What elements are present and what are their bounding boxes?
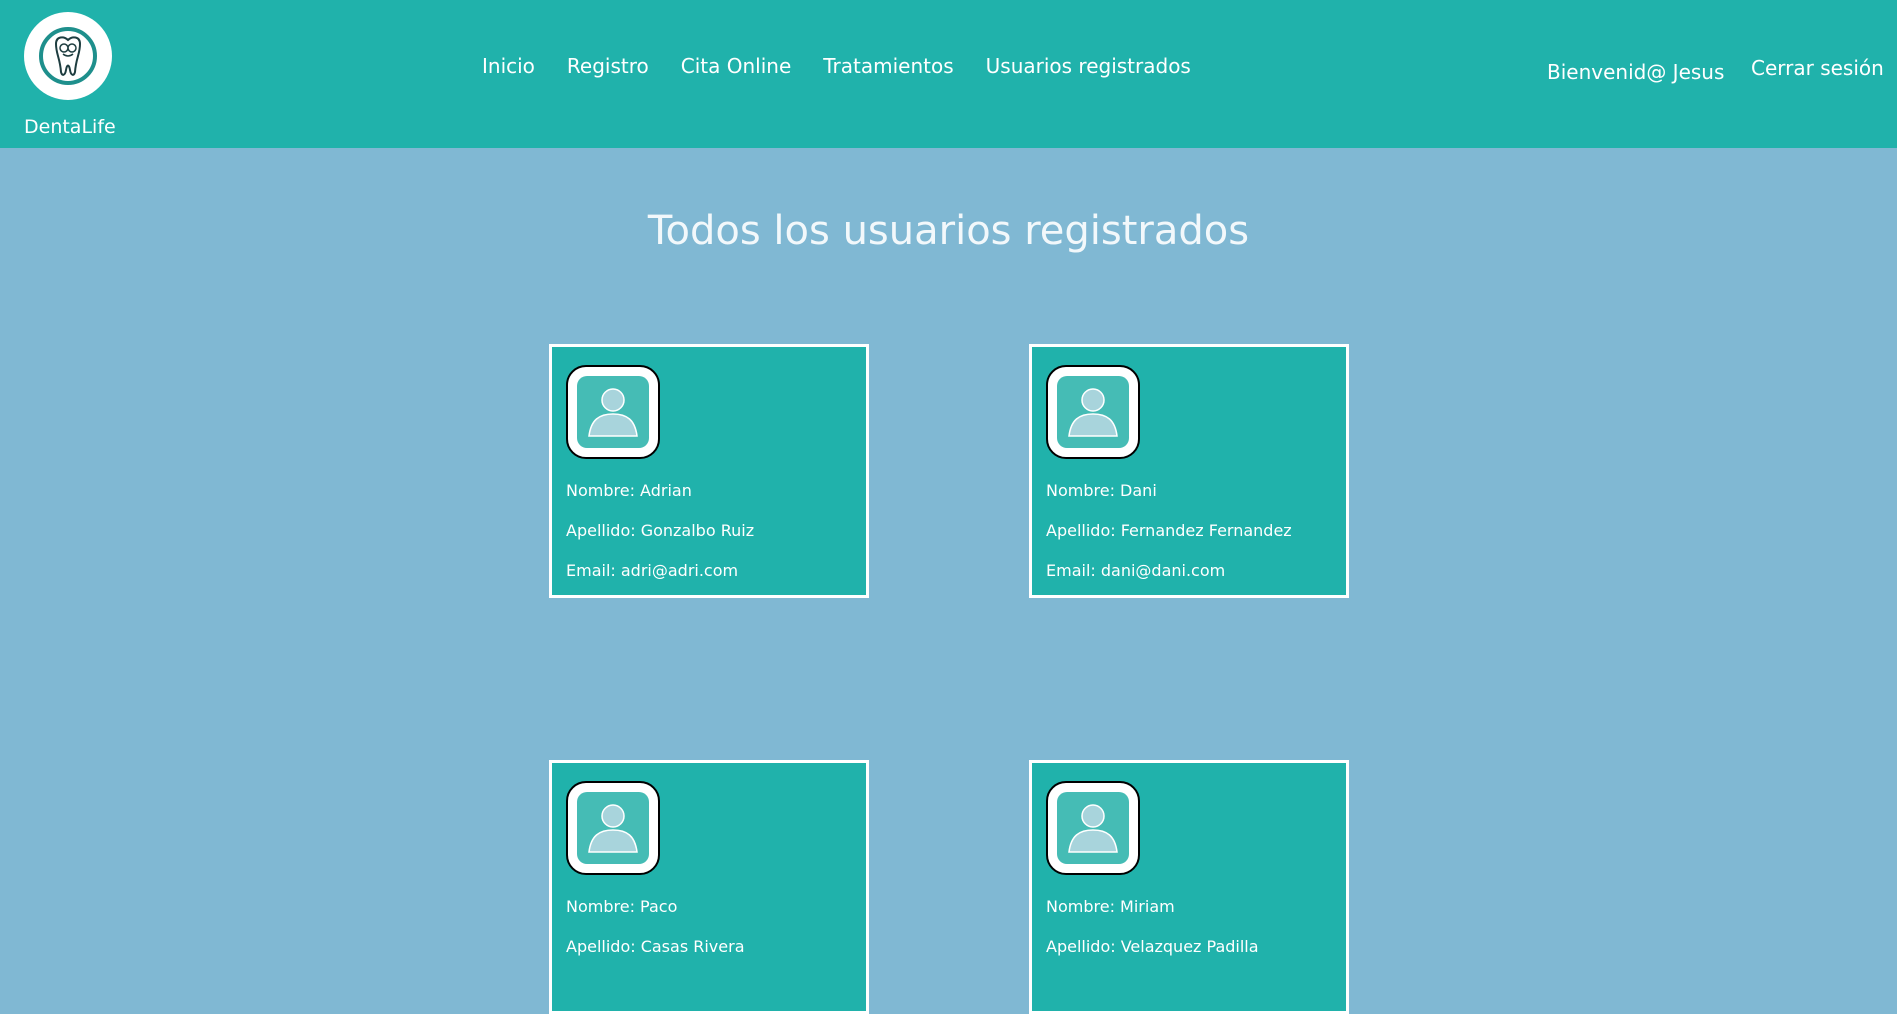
user-apellido: Apellido: Fernandez Fernandez xyxy=(1046,521,1292,540)
nav-inicio[interactable]: Inicio xyxy=(466,54,551,78)
user-nombre: Nombre: Dani xyxy=(1046,481,1157,500)
user-icon xyxy=(1057,792,1129,864)
logout-link[interactable]: Cerrar sesión xyxy=(1751,56,1884,80)
user-apellido: Apellido: Velazquez Padilla xyxy=(1046,937,1259,956)
user-icon xyxy=(577,792,649,864)
user-apellido: Apellido: Gonzalbo Ruiz xyxy=(566,521,755,540)
user-nombre: Nombre: Miriam xyxy=(1046,897,1175,916)
user-email: Email: dani@dani.com xyxy=(1046,561,1226,580)
nav-registro[interactable]: Registro xyxy=(551,54,665,78)
avatar xyxy=(566,365,660,459)
user-email: Email: adri@adri.com xyxy=(566,561,739,580)
dentalife-logo[interactable] xyxy=(24,12,112,100)
avatar xyxy=(1046,365,1140,459)
user-icon xyxy=(577,376,649,448)
user-icon xyxy=(1057,376,1129,448)
brand-name: DentaLife xyxy=(24,116,116,138)
main-nav: Inicio Registro Cita Online Tratamientos… xyxy=(466,54,1207,78)
user-apellido: Apellido: Casas Rivera xyxy=(566,937,745,956)
user-card: Nombre: Miriam Apellido: Velazquez Padil… xyxy=(1029,760,1349,1014)
welcome-message: Bienvenid@ Jesus xyxy=(1547,60,1725,84)
user-nombre: Nombre: Adrian xyxy=(566,481,692,500)
avatar xyxy=(566,781,660,875)
user-card: Nombre: Paco Apellido: Casas Rivera xyxy=(549,760,869,1014)
tooth-icon xyxy=(39,27,97,85)
nav-tratamientos[interactable]: Tratamientos xyxy=(807,54,969,78)
user-card: Nombre: Dani Apellido: Fernandez Fernand… xyxy=(1029,344,1349,598)
avatar xyxy=(1046,781,1140,875)
nav-cita-online[interactable]: Cita Online xyxy=(665,54,808,78)
user-nombre: Nombre: Paco xyxy=(566,897,678,916)
navbar: DentaLife Inicio Registro Cita Online Tr… xyxy=(0,0,1897,148)
user-card: Nombre: Adrian Apellido: Gonzalbo Ruiz E… xyxy=(549,344,869,598)
nav-usuarios-registrados[interactable]: Usuarios registrados xyxy=(970,54,1207,78)
page-title: Todos los usuarios registrados xyxy=(647,208,1250,254)
